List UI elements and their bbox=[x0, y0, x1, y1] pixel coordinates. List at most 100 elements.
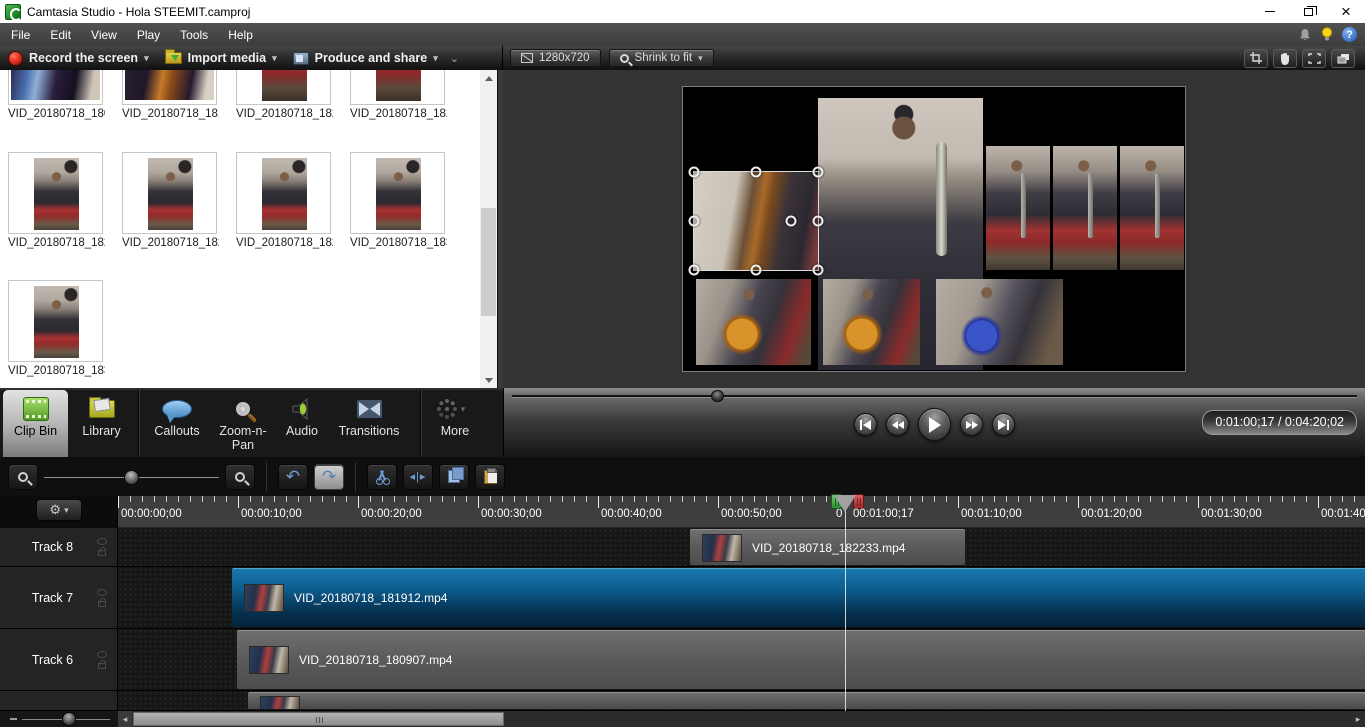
menu-item-play[interactable]: Play bbox=[128, 24, 169, 46]
timeline-zoom-out-button[interactable] bbox=[8, 463, 38, 490]
hscroll-thumb[interactable] bbox=[133, 712, 504, 726]
track-visibility-icon[interactable] bbox=[97, 588, 107, 596]
skip-to-end-button[interactable] bbox=[992, 413, 1015, 436]
track-bed[interactable]: VID_20180718_181912.mp4 bbox=[118, 567, 1365, 628]
scrollbar-thumb[interactable] bbox=[481, 208, 496, 316]
selection-handle[interactable] bbox=[688, 166, 700, 178]
preview-clip-side-2[interactable] bbox=[1053, 146, 1117, 270]
clip-bin-item[interactable]: VID_20180718_182... bbox=[236, 152, 333, 254]
restore-button[interactable] bbox=[1289, 0, 1327, 23]
scroll-up-button[interactable] bbox=[480, 70, 497, 86]
rewind-button[interactable] bbox=[886, 413, 909, 436]
tips-bulb-icon[interactable] bbox=[1321, 27, 1333, 42]
menu-item-tools[interactable]: Tools bbox=[171, 24, 217, 46]
preview-clip-guitar-2[interactable] bbox=[823, 279, 920, 365]
selection-handle[interactable] bbox=[750, 166, 762, 178]
fullscreen-button[interactable] bbox=[1302, 48, 1326, 68]
crop-tool-button[interactable] bbox=[1244, 48, 1268, 68]
selection-handle[interactable] bbox=[812, 215, 824, 227]
timeline-clip[interactable]: VID_20180718_180907.mp4 bbox=[237, 630, 1365, 689]
record-screen-button[interactable]: Record the screen ▾ bbox=[0, 46, 157, 70]
track-options-button[interactable]: ⚙ ▾ bbox=[36, 499, 82, 521]
track-bed[interactable]: VID_20180718_182233.mp4 bbox=[118, 528, 1365, 566]
fast-forward-button[interactable] bbox=[960, 413, 983, 436]
track-height-slider[interactable] bbox=[10, 711, 110, 727]
selection-handle[interactable] bbox=[812, 166, 824, 178]
track-lock-icon[interactable] bbox=[98, 659, 106, 669]
tab-audio[interactable]: Audio bbox=[274, 390, 330, 457]
detach-preview-button[interactable] bbox=[1331, 48, 1355, 68]
split-button[interactable]: ◂|▸ bbox=[403, 463, 433, 490]
cut-button[interactable] bbox=[367, 463, 397, 490]
pan-tool-button[interactable] bbox=[1273, 48, 1297, 68]
menu-item-view[interactable]: View bbox=[82, 24, 126, 46]
rotation-handle[interactable] bbox=[785, 215, 797, 227]
play-button[interactable] bbox=[918, 408, 951, 441]
redo-button[interactable]: ↷ bbox=[314, 463, 344, 490]
tab-transitions[interactable]: Transitions bbox=[330, 390, 408, 457]
tab-more[interactable]: ▾ More bbox=[424, 390, 486, 457]
selection-handle[interactable] bbox=[750, 264, 762, 276]
produce-share-button[interactable]: Produce and share ▾ bbox=[285, 46, 446, 70]
scroll-right-button[interactable]: ▸ bbox=[1351, 711, 1365, 727]
selection-handle[interactable] bbox=[688, 215, 700, 227]
track-bed[interactable] bbox=[118, 691, 1365, 710]
preview-clip-selected[interactable] bbox=[688, 166, 824, 276]
menu-item-file[interactable]: File bbox=[2, 24, 39, 46]
view-zoom-button[interactable]: Shrink to fit ▾ bbox=[608, 49, 714, 67]
clip-bin-item[interactable]: VID_20180718_183... bbox=[350, 152, 447, 254]
track-lock-icon[interactable] bbox=[98, 597, 106, 607]
preview-clip-guitar-3[interactable] bbox=[936, 279, 1063, 365]
undo-button[interactable]: ↶ bbox=[278, 463, 308, 490]
paste-button[interactable] bbox=[475, 463, 505, 490]
hscroll-track[interactable] bbox=[132, 711, 1351, 727]
seek-thumb[interactable] bbox=[711, 390, 724, 402]
track-visibility-icon[interactable] bbox=[97, 650, 107, 658]
tab-callouts[interactable]: Callouts bbox=[142, 390, 212, 457]
close-button[interactable]: × bbox=[1327, 0, 1365, 23]
clip-bin-item[interactable]: VID_20180718_183... bbox=[8, 280, 105, 382]
canvas-size-button[interactable]: 1280x720 bbox=[510, 49, 601, 67]
clip-bin-item[interactable]: VID_20180718_182... bbox=[236, 70, 333, 125]
clip-bin-item[interactable]: VID_20180718_181... bbox=[122, 70, 219, 125]
skip-to-start-button[interactable] bbox=[854, 413, 877, 436]
callout-bubble-icon bbox=[162, 400, 192, 423]
timeline-clip[interactable] bbox=[248, 692, 1365, 709]
timeline-clip[interactable]: VID_20180718_182233.mp4 bbox=[690, 529, 965, 565]
tab-clip-bin[interactable]: Clip Bin bbox=[3, 390, 68, 457]
preview-canvas[interactable] bbox=[682, 86, 1186, 372]
tab-zoom-n-pan[interactable]: Zoom-n-Pan bbox=[212, 390, 274, 457]
track-bed[interactable]: VID_20180718_180907.mp4 bbox=[118, 629, 1365, 690]
preview-clip-side-3[interactable] bbox=[1120, 146, 1184, 270]
help-icon[interactable]: ? bbox=[1342, 27, 1357, 42]
timeline-zoom-slider[interactable] bbox=[44, 464, 219, 490]
clip-bin-item[interactable]: VID_20180718_182... bbox=[8, 152, 105, 254]
notifications-bell-icon[interactable] bbox=[1298, 28, 1312, 42]
menu-item-help[interactable]: Help bbox=[219, 24, 262, 46]
import-media-button[interactable]: Import media ▾ bbox=[157, 46, 285, 70]
clip-bin-item[interactable]: VID_20180718_182... bbox=[350, 70, 447, 125]
timeline-clip-selected[interactable]: VID_20180718_181912.mp4 bbox=[232, 568, 1365, 627]
clip-bin-item[interactable]: VID_20180718_180... bbox=[8, 70, 105, 125]
playhead-line[interactable] bbox=[845, 496, 846, 711]
clip-bin-scrollbar[interactable] bbox=[480, 70, 497, 388]
clip-bin-item[interactable]: VID_20180718_182... bbox=[122, 152, 219, 254]
selection-handle[interactable] bbox=[812, 264, 824, 276]
seek-bar[interactable] bbox=[512, 390, 1357, 402]
preview-clip-side-1[interactable] bbox=[986, 146, 1050, 270]
minimize-button[interactable] bbox=[1251, 0, 1289, 23]
toolbar-overflow-button[interactable]: ⌄ bbox=[450, 52, 459, 65]
selection-handle[interactable] bbox=[688, 264, 700, 276]
scroll-left-button[interactable]: ◂ bbox=[118, 711, 132, 727]
tab-library[interactable]: Library bbox=[68, 390, 135, 457]
track-visibility-icon[interactable] bbox=[97, 538, 107, 545]
track-height-thumb[interactable] bbox=[62, 712, 76, 726]
menu-item-edit[interactable]: Edit bbox=[41, 24, 80, 46]
copy-button[interactable] bbox=[439, 463, 469, 490]
timeline-zoom-in-button[interactable] bbox=[225, 463, 255, 490]
preview-clip-guitar-1[interactable] bbox=[696, 279, 811, 365]
scroll-down-button[interactable] bbox=[480, 372, 497, 388]
zoom-slider-thumb[interactable] bbox=[124, 469, 139, 485]
track-lock-icon[interactable] bbox=[98, 547, 106, 556]
clip-name: VID_20180718_183... bbox=[8, 365, 105, 377]
